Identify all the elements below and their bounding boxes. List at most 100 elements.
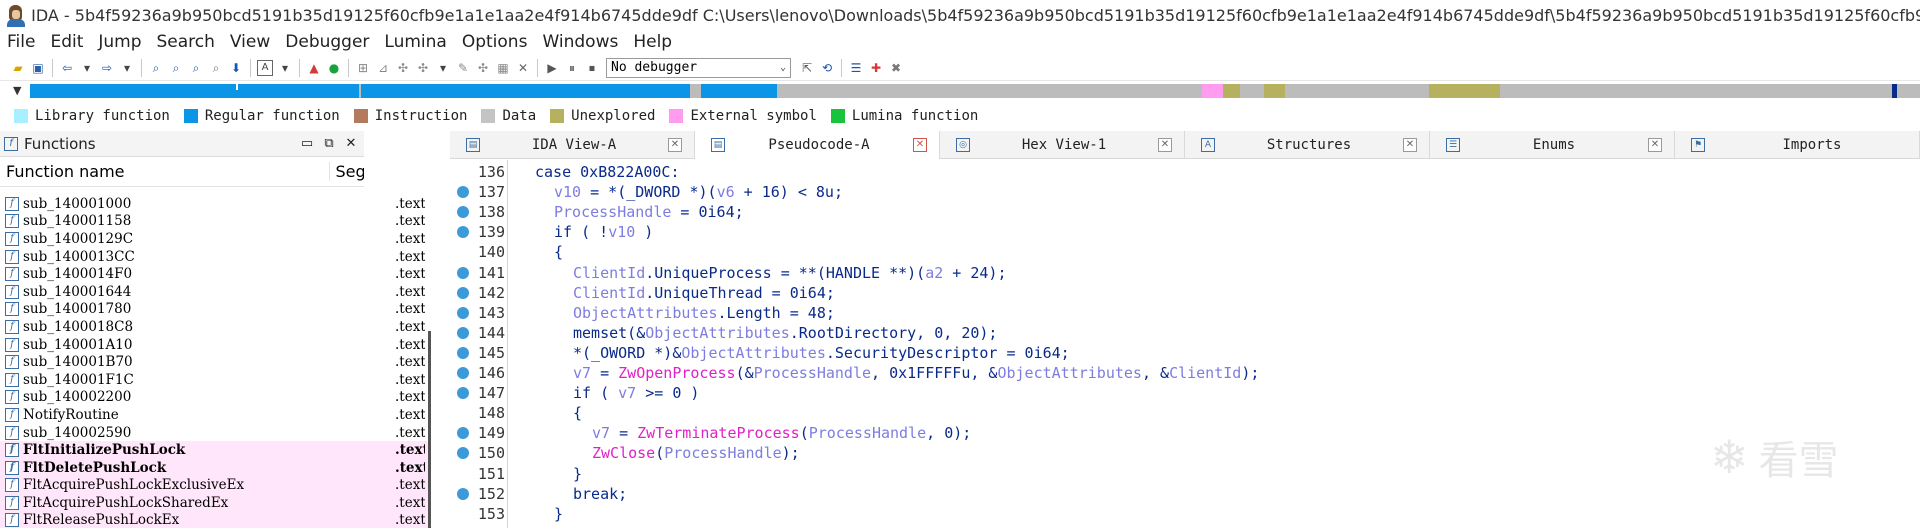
code-line[interactable]: 150 ZwClose(ProcessHandle); xyxy=(450,443,1920,463)
menu-jump[interactable]: Jump xyxy=(91,32,149,52)
delete-breakpoint-icon[interactable]: ✖ xyxy=(888,60,904,76)
breakpoint-icon[interactable]: ✣ xyxy=(475,60,491,76)
functions-list[interactable]: f sub_140001000 .text f sub_140001158 .textf s… xyxy=(0,195,430,528)
xref-icon[interactable]: ✣ xyxy=(395,60,411,76)
breakpoint-dot[interactable] xyxy=(457,226,469,239)
breakpoint-dot[interactable] xyxy=(457,326,469,339)
tab-close-icon[interactable]: ✕ xyxy=(1158,138,1172,152)
save-icon[interactable]: ▣ xyxy=(30,60,46,76)
function-row[interactable]: f sub_140001644 .text xyxy=(0,283,430,301)
breakpoint-dot[interactable] xyxy=(457,246,469,258)
column-function-name[interactable]: Function name xyxy=(0,162,330,181)
functions-scrollbar[interactable] xyxy=(428,331,431,528)
code-line[interactable]: 149 v7 = ZwTerminateProcess(ProcessHandle… xyxy=(450,423,1920,443)
function-row[interactable]: f sub_140001000 .text xyxy=(0,195,430,213)
function-row[interactable]: f FltAcquirePushLockSharedEx .text xyxy=(0,494,430,512)
tools-dropdown-icon[interactable]: ▾ xyxy=(435,60,451,76)
back-arrow-icon[interactable]: ⇦ xyxy=(59,60,75,76)
structure-icon[interactable]: ⊞ xyxy=(355,60,371,76)
code-line[interactable]: 146 v7 = ZwOpenProcess(&ProcessHandle, 0x… xyxy=(450,363,1920,383)
tab-close-icon[interactable]: ✕ xyxy=(1403,138,1417,152)
function-row[interactable]: f FltDeletePushLock .text xyxy=(0,458,430,477)
forward-dropdown-icon[interactable]: ▾ xyxy=(119,60,135,76)
function-row[interactable]: f sub_1400014F0 .text xyxy=(0,265,430,283)
back-dropdown-icon[interactable]: ▾ xyxy=(79,60,95,76)
code-line[interactable]: 140 { xyxy=(450,242,1920,262)
play-icon[interactable]: ▶ xyxy=(544,60,560,76)
menu-lumina[interactable]: Lumina xyxy=(377,32,454,52)
menu-file[interactable]: File xyxy=(0,32,43,52)
maximize-icon[interactable]: ▭ xyxy=(298,135,316,153)
tab-enums[interactable]: ☰ Enums ✕ xyxy=(1430,131,1675,159)
step-icon[interactable]: ⇱ xyxy=(799,60,815,76)
text-mode-dropdown-icon[interactable]: ▾ xyxy=(277,60,293,76)
tab-close-icon[interactable]: ✕ xyxy=(668,138,682,152)
function-row[interactable]: f FltAcquirePushLockExclusiveEx .text xyxy=(0,476,430,495)
text-mode-icon[interactable]: A xyxy=(257,59,273,76)
breakpoint-dot[interactable] xyxy=(457,346,469,359)
breakpoint-dot[interactable] xyxy=(457,367,469,379)
tab-pseudocode-a[interactable]: ▤ Pseudocode-A ✕ xyxy=(695,131,940,159)
function-row[interactable]: f sub_140001158 .text xyxy=(0,213,430,231)
tab-hex-view-1[interactable]: ◎ Hex View-1 ✕ xyxy=(940,131,1185,159)
list-icon[interactable]: ☰ xyxy=(848,60,864,76)
menu-debugger[interactable]: Debugger xyxy=(278,32,377,52)
function-row[interactable]: f NotifyRoutine .text xyxy=(0,406,430,424)
float-window-icon[interactable]: ⧉ xyxy=(320,135,338,153)
pseudocode-view[interactable]: 136 case 0xB822A00C: 137 v10 = *(_DWORD *)(… xyxy=(450,160,1920,528)
function-row[interactable]: f FltInitializePushLock .text xyxy=(0,441,430,459)
code-line[interactable]: 147 if ( v7 >= 0 ) xyxy=(450,383,1920,403)
nav-track[interactable] xyxy=(30,84,1920,98)
search-next-icon[interactable]: ⌕ xyxy=(208,60,224,76)
patch-icon[interactable]: ✎ xyxy=(455,60,471,76)
breakpoint-dot[interactable] xyxy=(457,487,469,500)
xref-dropdown-icon[interactable]: ✣ xyxy=(415,60,431,76)
code-line[interactable]: 138 ProcessHandle = 0i64; xyxy=(450,202,1920,222)
function-row[interactable]: f sub_1400018C8 .text xyxy=(0,318,430,336)
pause-icon[interactable]: ⏸ xyxy=(564,60,580,76)
tab-structures[interactable]: A Structures ✕ xyxy=(1185,131,1430,159)
debugger-select[interactable]: No debugger ⌄ xyxy=(606,57,791,78)
code-line[interactable]: 153} xyxy=(450,504,1920,524)
navigation-band[interactable]: ▼ xyxy=(0,82,1920,100)
jump-down-icon[interactable]: ⬇ xyxy=(228,60,244,76)
breakpoint-dot[interactable] xyxy=(457,166,469,178)
menu-view[interactable]: View xyxy=(223,32,278,52)
tab-ida-view-a[interactable]: ▤ IDA View-A ✕ xyxy=(450,131,695,159)
breakpoint-dot[interactable] xyxy=(457,206,469,219)
refresh-icon[interactable]: ⟲ xyxy=(819,60,835,76)
menu-edit[interactable]: Edit xyxy=(43,32,91,52)
code-line[interactable]: 148 { xyxy=(450,403,1920,423)
function-row[interactable]: f FltReleasePushLockEx .text xyxy=(0,511,430,528)
tab-close-icon[interactable]: ✕ xyxy=(913,138,927,152)
breakpoint-dot[interactable] xyxy=(457,447,469,460)
function-row[interactable]: f sub_140001780 .text xyxy=(0,301,430,319)
menu-options[interactable]: Options xyxy=(455,32,536,52)
search-binary-icon[interactable]: ⌕ xyxy=(168,60,184,76)
menu-help[interactable]: Help xyxy=(626,32,680,52)
forward-arrow-icon[interactable]: ⇨ xyxy=(99,60,115,76)
close-x-icon[interactable]: ✕ xyxy=(515,60,531,76)
breakpoint-dot[interactable] xyxy=(457,387,469,400)
ida-app-icon[interactable] xyxy=(4,3,25,27)
code-line[interactable]: 141 ClientId.UniqueProcess = **(HANDLE **… xyxy=(450,263,1920,283)
open-folder-icon[interactable]: ▰ xyxy=(10,60,26,76)
breakpoint-dot[interactable] xyxy=(457,286,469,299)
search-text-icon[interactable]: ⌕ xyxy=(148,60,164,76)
breakpoint-dot[interactable] xyxy=(457,407,469,419)
function-row[interactable]: f sub_140001A10 .text xyxy=(0,336,430,354)
function-row[interactable]: f sub_140002590 .text xyxy=(0,424,430,442)
breakpoint-dot[interactable] xyxy=(457,468,469,480)
breakpoint-dot[interactable] xyxy=(457,508,469,520)
search-immediate-icon[interactable]: ⌕ xyxy=(188,60,204,76)
breakpoint-dot[interactable] xyxy=(457,306,469,319)
tab-close-icon[interactable]: ✕ xyxy=(1648,138,1662,152)
function-row[interactable]: f sub_140002200 .text xyxy=(0,389,430,407)
breakpoint-dot[interactable] xyxy=(457,266,469,279)
menu-search[interactable]: Search xyxy=(150,32,223,52)
code-line[interactable]: 151} xyxy=(450,464,1920,484)
function-row[interactable]: f sub_1400013CC .text xyxy=(0,248,430,266)
code-line[interactable]: 139 if ( !v10 ) xyxy=(450,222,1920,242)
breakpoint-dot[interactable] xyxy=(457,427,469,440)
function-row[interactable]: f sub_140001B70 .text xyxy=(0,353,430,371)
